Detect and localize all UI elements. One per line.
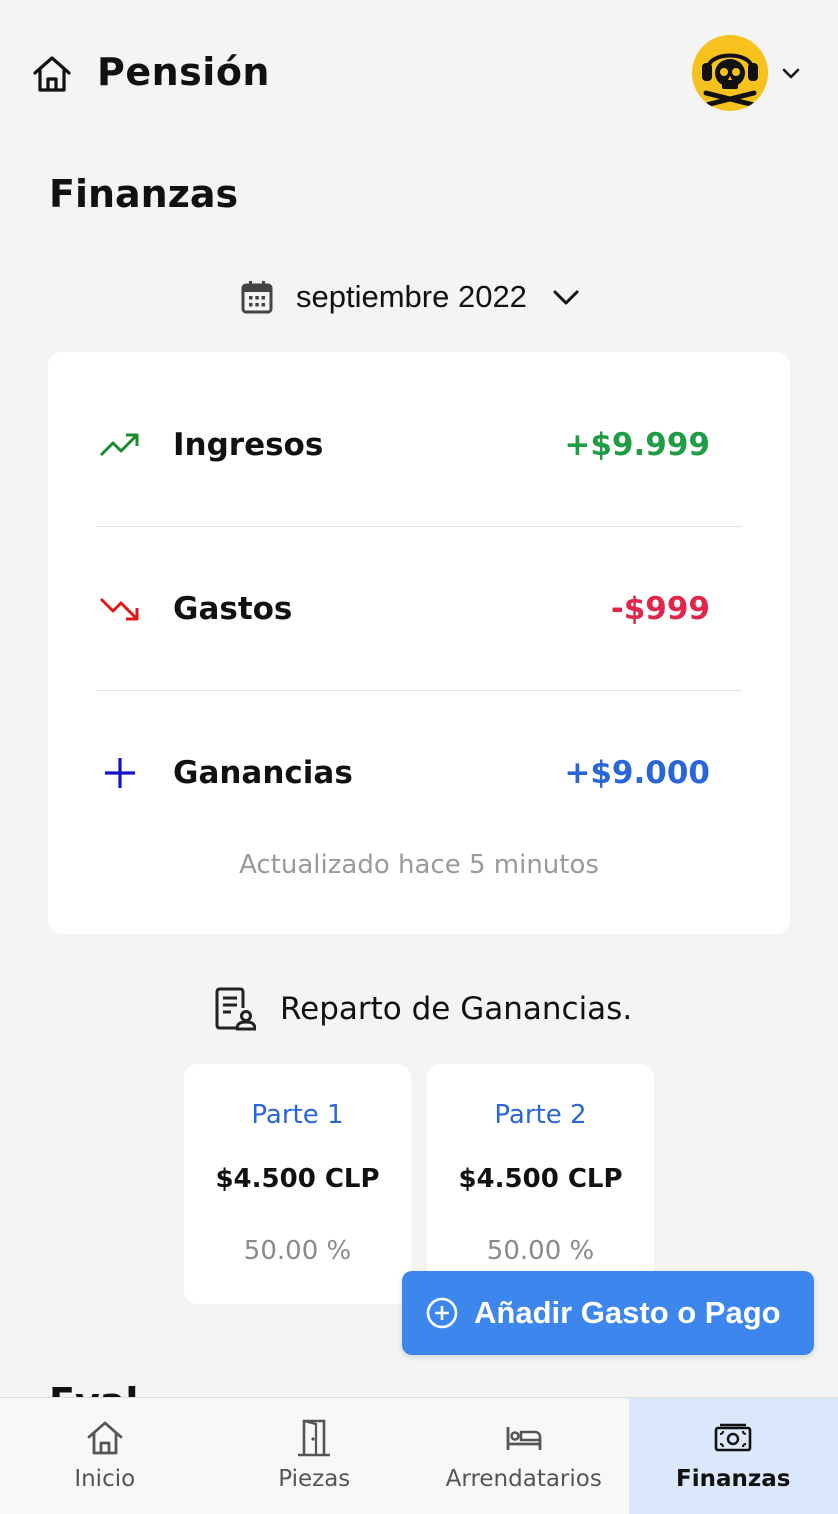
trending-up-icon	[99, 433, 139, 457]
app-header: Pensión	[0, 0, 838, 150]
document-person-icon	[215, 987, 256, 1031]
app-title: Pensión	[97, 50, 270, 94]
nav-item-inicio[interactable]: Inicio	[0, 1398, 210, 1514]
share-percent: 50.00 %	[243, 1236, 352, 1266]
nav-label: Piezas	[278, 1466, 351, 1492]
calendar-icon	[241, 281, 273, 314]
nav-label: Finanzas	[676, 1466, 791, 1492]
nav-label: Arrendatarios	[445, 1466, 602, 1492]
share-name: Parte 2	[494, 1100, 587, 1130]
home-icon	[87, 1421, 123, 1455]
share-card[interactable]: Parte 1 $4.500 CLP 50.00 %	[184, 1064, 411, 1304]
profit-split-title: Reparto de Ganancias.	[280, 991, 633, 1027]
share-percent: 50.00 %	[486, 1236, 595, 1266]
summary-value: +$9.000	[564, 755, 710, 791]
home-icon[interactable]	[30, 52, 74, 96]
nav-item-piezas[interactable]: Piezas	[210, 1398, 420, 1514]
month-picker[interactable]: septiembre 2022	[240, 272, 581, 322]
trending-down-icon	[99, 597, 139, 621]
money-icon	[714, 1423, 752, 1452]
updated-timestamp: Actualizado hace 5 minutos	[239, 850, 599, 880]
summary-label: Gastos	[173, 591, 293, 627]
plus-icon	[105, 758, 135, 788]
summary-value: +$9.999	[564, 427, 710, 463]
nav-item-finanzas[interactable]: Finanzas	[628, 1398, 838, 1514]
summary-row-expenses: Gastos -$999	[96, 527, 742, 691]
fab-label: Añadir Gasto o Pago	[474, 1295, 781, 1330]
profit-split-header: Reparto de Ganancias.	[214, 984, 632, 1034]
share-card[interactable]: Parte 2 $4.500 CLP 50.00 %	[427, 1064, 654, 1304]
add-expense-or-payment-button[interactable]: Añadir Gasto o Pago	[402, 1271, 814, 1355]
summary-row-income: Ingresos +$9.999	[96, 363, 742, 527]
nav-label: Inicio	[74, 1466, 136, 1492]
summary-value: -$999	[610, 591, 710, 627]
share-amount: $4.500 CLP	[215, 1164, 380, 1194]
summary-row-profit: Ganancias +$9.000	[96, 691, 742, 855]
bed-icon	[506, 1427, 542, 1450]
share-amount: $4.500 CLP	[458, 1164, 623, 1194]
share-name: Parte 1	[251, 1100, 344, 1130]
chevron-down-icon[interactable]	[780, 62, 802, 84]
month-label: septiembre 2022	[296, 279, 527, 314]
finance-summary-card: Ingresos +$9.999 Gastos -$999 Ganancias …	[48, 352, 790, 934]
bottom-nav: Inicio Piezas Arrendatarios Finanzas	[0, 1397, 838, 1514]
page-title: Finanzas	[49, 172, 239, 216]
nav-item-arrendatarios[interactable]: Arrendatarios	[419, 1398, 629, 1514]
chevron-down-icon	[553, 290, 579, 305]
summary-label: Ingresos	[173, 427, 324, 463]
user-avatar[interactable]	[692, 35, 768, 111]
door-icon	[298, 1419, 331, 1457]
plus-circle-icon	[426, 1297, 458, 1329]
summary-label: Ganancias	[173, 755, 353, 791]
